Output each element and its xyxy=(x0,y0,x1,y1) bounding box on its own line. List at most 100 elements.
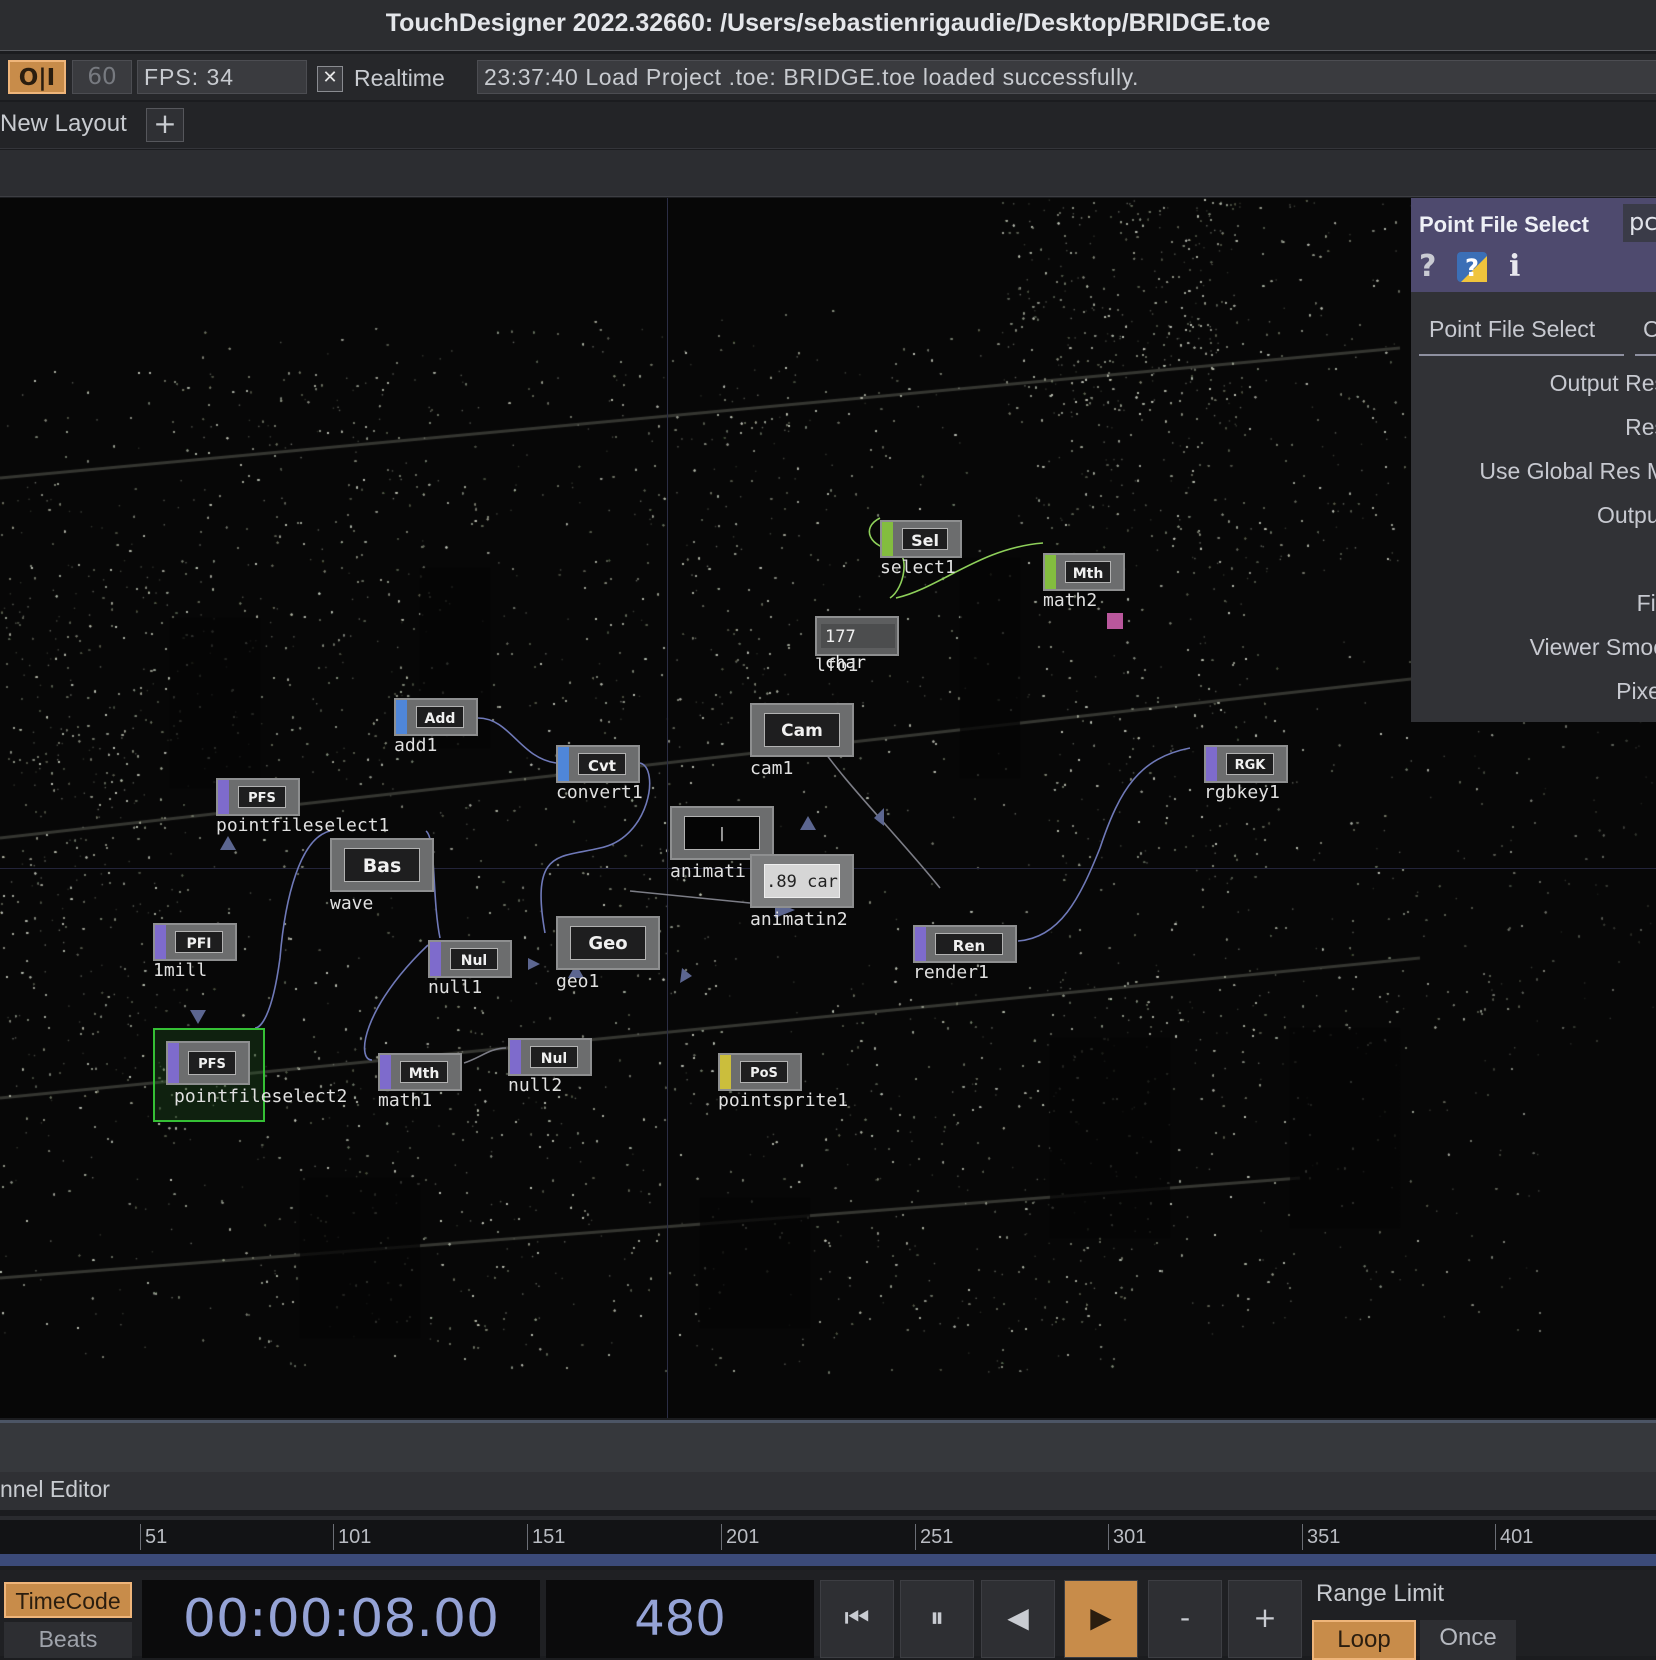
timeline-range-bar[interactable] xyxy=(0,1554,1656,1566)
parameter-panel-header: Point File Select pc ? ? i xyxy=(1411,198,1656,292)
python-help-icon[interactable]: ? xyxy=(1455,250,1489,284)
node-pointsprite1-tag: PoS xyxy=(740,1061,788,1083)
tab-underline xyxy=(1419,354,1624,356)
layout-tab-bar: New Layout + xyxy=(0,102,1656,149)
window-title: TouchDesigner 2022.32660: /Users/sebasti… xyxy=(385,9,1271,37)
info-icon[interactable]: i xyxy=(1509,252,1520,282)
node-null2-label: null2 xyxy=(508,1075,563,1096)
param-use-global-res: Use Global Res M xyxy=(1479,458,1656,484)
param-pixel: Pixel xyxy=(1616,678,1656,704)
add-layout-button[interactable]: + xyxy=(146,108,184,142)
node-1mill-tag: PFI xyxy=(175,931,223,953)
help-icon[interactable]: ? xyxy=(1419,252,1436,282)
node-select1-tag: Sel xyxy=(902,528,948,550)
channel-editor-bar: nnel Editor xyxy=(0,1472,1656,1510)
layout-tab-new-layout[interactable]: New Layout xyxy=(0,108,127,140)
node-rgbkey1-label: rgbkey1 xyxy=(1204,782,1280,803)
param-viewer-smoothness: Viewer Smoo xyxy=(1529,634,1656,660)
rewind-button[interactable]: ⏮ xyxy=(820,1580,894,1658)
node-rgbkey1-tag: RGK xyxy=(1226,753,1274,775)
timeline-tick: 51 xyxy=(140,1524,167,1550)
timeline-tick: 251 xyxy=(915,1524,953,1550)
tab-common[interactable]: C xyxy=(1643,316,1656,343)
node-null2-tag: Nul xyxy=(530,1046,578,1068)
node-lfo1-tag: 177 char xyxy=(821,624,895,673)
node-pointfileselect2-label: pointfileselect2 xyxy=(174,1086,348,1107)
play-button[interactable]: ▶ xyxy=(1064,1580,1138,1658)
network-editor[interactable]: Sel select1 Mth math2 177 char lfo1 Add … xyxy=(0,198,1656,1418)
once-button[interactable]: Once xyxy=(1420,1620,1516,1660)
node-pointfileselect1-label: pointfileselect1 xyxy=(216,815,390,836)
node-cam1-tag: Cam xyxy=(764,713,840,747)
step-back-button[interactable]: ◀ xyxy=(981,1580,1055,1658)
frame-display[interactable]: 480 xyxy=(546,1580,814,1658)
transport-bar: TimeCode Beats 00:00:08.00 480 ⏮ ⏸ ◀ ▶ -… xyxy=(0,1570,1656,1660)
timecode-button[interactable]: TimeCode xyxy=(4,1582,132,1618)
title-bar: TouchDesigner 2022.32660: /Users/sebasti… xyxy=(0,0,1656,51)
node-animation1-tag: | xyxy=(684,816,760,850)
node-add1-tag: Add xyxy=(416,706,464,728)
network-path-bar xyxy=(0,150,1656,197)
timeline-tick: 301 xyxy=(1108,1524,1146,1550)
node-animation2-label-suffix: n2 xyxy=(825,909,848,930)
open-viewer-toggle-button[interactable]: O|I xyxy=(8,60,66,94)
node-render1-label: render1 xyxy=(913,962,989,983)
node-wave-tag: Bas xyxy=(344,848,420,882)
node-animation2-label-main: animati xyxy=(750,909,826,930)
status-log-message: 23:37:40 Load Project .toe: BRIDGE.toe l… xyxy=(477,60,1656,94)
tab-underline-2 xyxy=(1635,354,1656,356)
parameter-panel-title: Point File Select xyxy=(1419,212,1589,237)
tab-point-file-select[interactable]: Point File Select xyxy=(1429,316,1595,343)
realtime-checkbox[interactable]: ✕ xyxy=(317,66,343,92)
param-res: Res xyxy=(1625,414,1656,440)
node-pointfileselect1-tag: PFS xyxy=(238,786,286,808)
node-pointsprite1-label: pointsprite1 xyxy=(718,1090,849,1111)
loop-button[interactable]: Loop xyxy=(1312,1620,1416,1660)
node-convert1-label: convert1 xyxy=(556,782,643,803)
node-animation2-label: animatin2 xyxy=(750,910,848,930)
node-lfo1-label: lfo1 xyxy=(815,655,859,676)
range-limit-label: Range Limit xyxy=(1316,1580,1445,1607)
fps-cap-field[interactable]: 60 xyxy=(72,60,132,94)
timecode-display[interactable]: 00:00:08.00 xyxy=(142,1580,540,1658)
node-select1-label: select1 xyxy=(880,557,956,578)
node-pointfileselect2-tag: PFS xyxy=(188,1051,236,1075)
node-null1-tag: Nul xyxy=(450,948,498,970)
node-null1-label: null1 xyxy=(428,977,483,998)
param-output-res: Output Res xyxy=(1549,370,1656,396)
param-output: Output xyxy=(1596,502,1656,528)
timeline-tick: 401 xyxy=(1495,1524,1533,1550)
realtime-label: Realtime xyxy=(354,65,445,91)
node-geo1-label: geo1 xyxy=(556,971,600,992)
node-render1-tag: Ren xyxy=(935,933,1003,955)
minus-button[interactable]: - xyxy=(1148,1580,1222,1658)
display-flag-icon[interactable] xyxy=(1107,613,1123,629)
node-cam1-label: cam1 xyxy=(750,758,794,779)
channel-editor-label: nnel Editor xyxy=(0,1476,110,1502)
timeline-ruler[interactable]: 51 101 151 201 251 301 351 401 xyxy=(0,1516,1656,1556)
plus-button[interactable]: + xyxy=(1228,1580,1302,1658)
fps-readout: FPS: 34 xyxy=(137,60,307,94)
svg-text:?: ? xyxy=(1465,254,1479,282)
timeline-tick: 101 xyxy=(333,1524,371,1550)
parameter-panel: Point File Select pc ? ? i Point File Se… xyxy=(1411,198,1656,722)
node-math1-tag: Mth xyxy=(400,1061,448,1083)
node-math2-tag: Mth xyxy=(1065,561,1111,583)
node-animation1-label: animati xyxy=(670,861,746,882)
toolbar: O|I 60 FPS: 34 ✕ Realtime 23:37:40 Load … xyxy=(0,54,1656,100)
beats-button[interactable]: Beats xyxy=(4,1622,132,1658)
node-geo1-tag: Geo xyxy=(570,926,646,960)
timeline-tick: 351 xyxy=(1302,1524,1340,1550)
timeline-tick: 201 xyxy=(721,1524,759,1550)
node-math2-label: math2 xyxy=(1043,590,1098,611)
operator-name-field[interactable]: pc xyxy=(1623,204,1656,242)
node-wave-label: wave xyxy=(330,893,374,914)
pane-separator[interactable] xyxy=(0,1420,1656,1475)
node-math1-label: math1 xyxy=(378,1090,433,1111)
node-1mill-label: 1mill xyxy=(153,960,208,981)
timeline-tick: 151 xyxy=(527,1524,565,1550)
node-animation2-tag: .89 car xyxy=(764,864,840,898)
node-convert1-tag: Cvt xyxy=(578,753,626,775)
node-add1-label: add1 xyxy=(394,735,438,756)
pause-button[interactable]: ⏸ xyxy=(900,1580,974,1658)
